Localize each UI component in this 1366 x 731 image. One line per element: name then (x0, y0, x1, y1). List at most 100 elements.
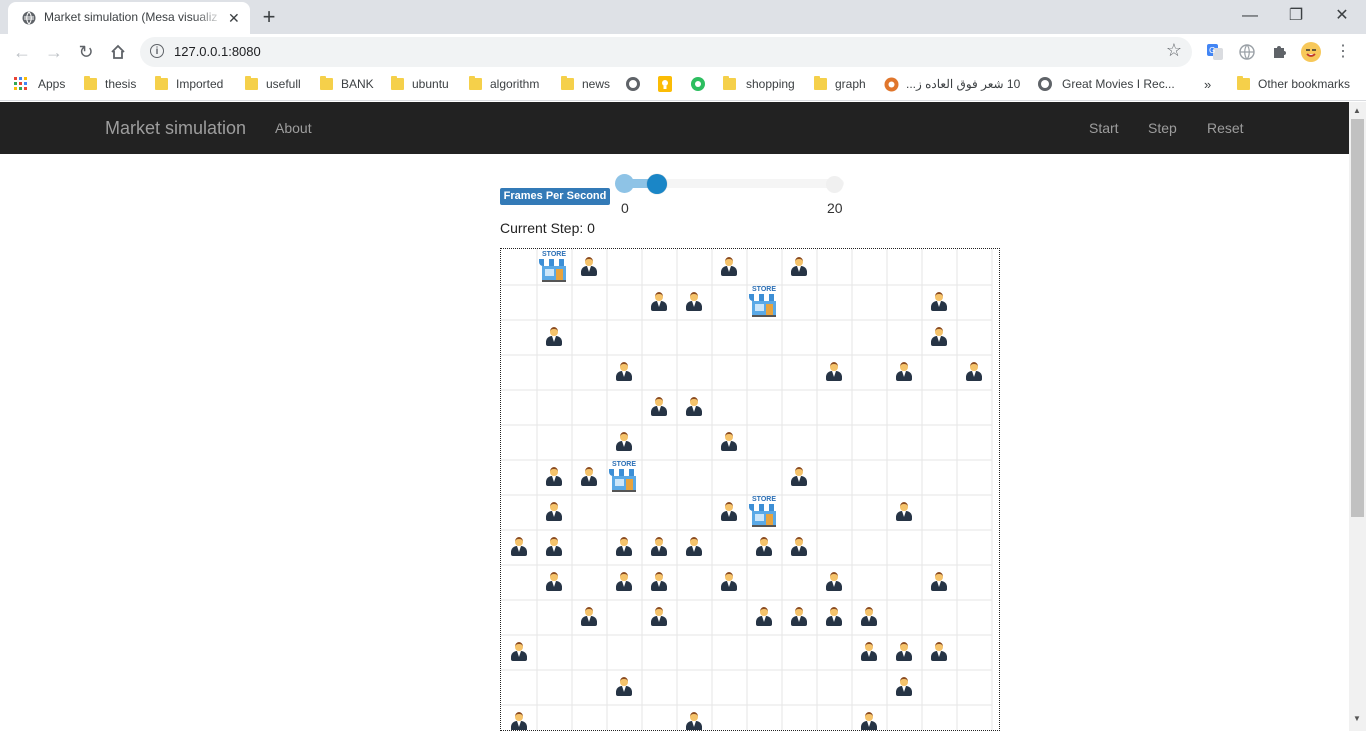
person-agent-icon (896, 642, 912, 662)
fps-slider-max-dot (826, 176, 843, 193)
reload-icon[interactable]: ↻ (72, 38, 100, 66)
nav-about-link[interactable]: About (275, 120, 312, 136)
simulation-grid: STORE STORE STORE STORE (500, 248, 1000, 731)
bookmarks-bar: Apps thesis Imported usefull BANK ubuntu… (0, 70, 1366, 101)
person-agent-icon (651, 537, 667, 557)
folder-icon (469, 76, 482, 90)
start-button[interactable]: Start (1089, 120, 1119, 136)
person-agent-icon (511, 712, 527, 730)
person-agent-icon (931, 327, 947, 347)
fps-max-tick: 20 (827, 200, 843, 216)
person-agent-icon (756, 537, 772, 557)
bookmark-folder-bank[interactable]: BANK (320, 76, 380, 94)
folder-icon (320, 76, 333, 90)
scrollbar-thumb[interactable] (1351, 119, 1364, 517)
person-agent-icon (931, 642, 947, 662)
person-agent-icon (546, 327, 562, 347)
extensions-puzzle-icon[interactable] (1266, 39, 1292, 65)
new-tab-button[interactable]: + (256, 4, 282, 30)
person-agent-icon (861, 642, 877, 662)
bookmark-label: algorithm (490, 77, 540, 91)
browser-tabstrip: Market simulation (Mesa visualiz ✕ + — ❐… (0, 0, 1366, 34)
bookmark-apps[interactable]: Apps (14, 76, 70, 94)
bookmark-label: shopping (746, 77, 795, 91)
person-agent-icon (616, 677, 632, 697)
star-icon[interactable]: ☆ (1166, 40, 1182, 61)
folder-icon (814, 76, 827, 90)
info-icon[interactable]: i (150, 44, 164, 58)
folder-icon (155, 76, 168, 90)
person-agent-icon (756, 607, 772, 627)
person-agent-icon (721, 432, 737, 452)
person-agent-icon (721, 502, 737, 522)
person-agent-icon (721, 257, 737, 277)
store-agent-icon: STORE (609, 461, 639, 492)
address-bar[interactable]: i 127.0.0.1:8080 ☆ (140, 37, 1192, 67)
reset-button[interactable]: Reset (1207, 120, 1244, 136)
site-favicon-icon (884, 77, 899, 92)
world-extension-icon[interactable] (1234, 39, 1260, 65)
fps-min-tick: 0 (621, 200, 629, 216)
folder-icon (84, 76, 97, 90)
navbar-brand[interactable]: Market simulation (105, 118, 246, 139)
current-step-text: Current Step: 0 (500, 220, 595, 236)
folder-icon (391, 76, 404, 90)
browser-tab[interactable]: Market simulation (Mesa visualiz ✕ (8, 2, 250, 34)
bookmarks-overflow-button[interactable]: » (1204, 76, 1216, 94)
profile-avatar[interactable] (1298, 39, 1324, 65)
translate-icon[interactable]: G (1202, 39, 1228, 65)
grid-lines (501, 249, 993, 730)
person-agent-icon (966, 362, 982, 382)
person-agent-icon (896, 677, 912, 697)
bookmark-folder-news[interactable]: news (561, 76, 617, 94)
person-agent-icon (546, 467, 562, 487)
bookmark-label: 10 شعر فوق العاده ز... (906, 77, 1021, 91)
forward-arrow-icon[interactable]: → (40, 38, 68, 66)
person-agent-icon (581, 257, 597, 277)
svg-text:G: G (1209, 46, 1215, 55)
person-agent-icon (791, 467, 807, 487)
bookmark-folder-imported[interactable]: Imported (155, 76, 235, 94)
scroll-down-icon[interactable]: ▼ (1353, 714, 1361, 723)
bookmark-folder-usefull[interactable]: usefull (245, 76, 309, 94)
person-agent-icon (651, 572, 667, 592)
tab-close-icon[interactable]: ✕ (228, 10, 240, 26)
store-agent-icon: STORE (749, 286, 779, 317)
bookmark-arabic[interactable]: 10 شعر فوق العاده ز... (884, 76, 1026, 94)
bookmark-folder-algorithm[interactable]: algorithm (469, 76, 549, 94)
globe-icon (22, 11, 36, 25)
tab-title: Market simulation (Mesa visualiz (44, 10, 224, 24)
bookmark-movies[interactable]: Great Movies I Rec... (1038, 76, 1178, 94)
bookmark-evernote[interactable] (690, 76, 706, 94)
bookmark-globe[interactable] (626, 76, 642, 94)
store-agent-icon: STORE (539, 251, 569, 282)
bookmark-folder-graph[interactable]: graph (814, 76, 874, 94)
person-agent-icon (931, 572, 947, 592)
person-agent-icon (896, 362, 912, 382)
bookmark-label: BANK (341, 77, 374, 91)
bookmark-folder-shopping[interactable]: shopping (723, 76, 803, 94)
person-agent-icon (546, 502, 562, 522)
maximize-button[interactable]: ❐ (1276, 2, 1316, 30)
bookmark-folder-other[interactable]: Other bookmarks (1237, 76, 1355, 94)
globe-icon (1038, 77, 1052, 91)
home-icon[interactable] (104, 38, 132, 66)
person-agent-icon (651, 397, 667, 417)
minimize-button[interactable]: — (1230, 2, 1270, 30)
fps-label: Frames Per Second (500, 188, 610, 205)
bookmark-label: ubuntu (412, 77, 449, 91)
person-agent-icon (581, 607, 597, 627)
bookmark-label: Imported (176, 77, 224, 91)
scroll-up-icon[interactable]: ▲ (1353, 106, 1361, 115)
person-agent-icon (511, 642, 527, 662)
back-arrow-icon[interactable]: ← (8, 38, 36, 66)
bookmark-keep[interactable] (657, 76, 673, 94)
window-close-button[interactable]: ✕ (1322, 2, 1362, 30)
fps-slider-handle[interactable] (646, 174, 667, 194)
step-button[interactable]: Step (1148, 120, 1177, 136)
url-text: 127.0.0.1:8080 (174, 44, 261, 59)
menu-kebab-icon[interactable]: ⋮ (1330, 39, 1356, 65)
page-scrollbar[interactable]: ▲ ▼ (1349, 102, 1366, 731)
bookmark-folder-ubuntu[interactable]: ubuntu (391, 76, 457, 94)
bookmark-folder-thesis[interactable]: thesis (84, 76, 144, 94)
